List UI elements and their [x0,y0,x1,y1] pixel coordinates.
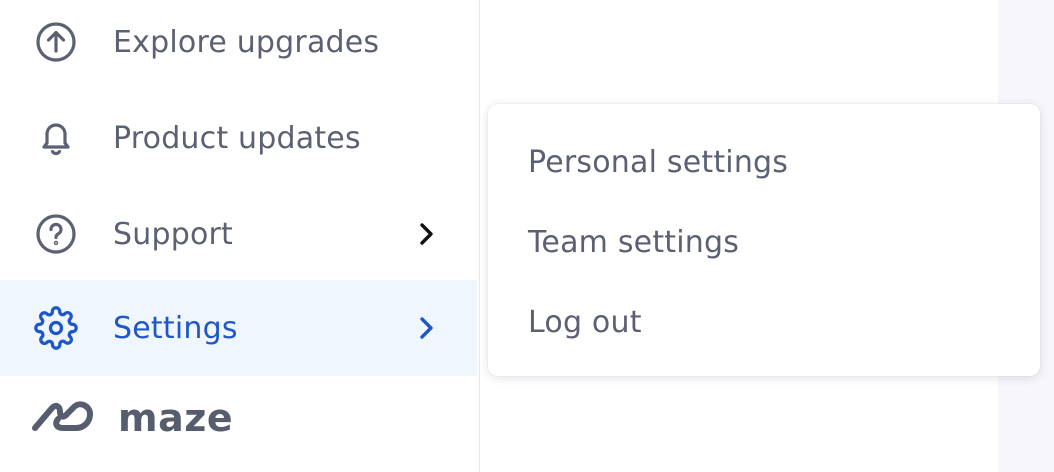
app-window: Explore upgrades Product updates Support [0,0,1054,472]
chevron-right-icon [412,314,440,342]
settings-submenu: Personal settings Team settings Log out [488,104,1040,376]
menu-item-team-settings[interactable]: Team settings [488,202,1040,282]
menu-item-label: Team settings [528,224,740,260]
sidebar-item-label: Support [113,216,233,252]
sidebar-item-explore-upgrades[interactable]: Explore upgrades [0,0,477,90]
sidebar-item-support[interactable]: Support [0,186,477,282]
maze-logo-icon [30,398,96,438]
bell-icon [34,116,78,160]
arrow-up-circle-icon [34,20,78,64]
menu-item-log-out[interactable]: Log out [488,282,1040,362]
sidebar-item-label: Product updates [113,120,361,156]
maze-logo: maze [30,394,233,442]
help-circle-icon [34,212,78,256]
menu-item-label: Log out [528,304,642,340]
gear-icon [34,306,78,350]
chevron-right-icon [412,220,440,248]
sidebar: Explore upgrades Product updates Support [0,0,480,472]
sidebar-item-label: Explore upgrades [113,24,380,60]
sidebar-item-product-updates[interactable]: Product updates [0,90,477,186]
sidebar-item-settings[interactable]: Settings [0,280,477,376]
sidebar-item-label: Settings [113,310,238,346]
logo-wordmark: maze [118,396,234,440]
menu-item-label: Personal settings [528,144,789,180]
menu-item-personal-settings[interactable]: Personal settings [488,122,1040,202]
